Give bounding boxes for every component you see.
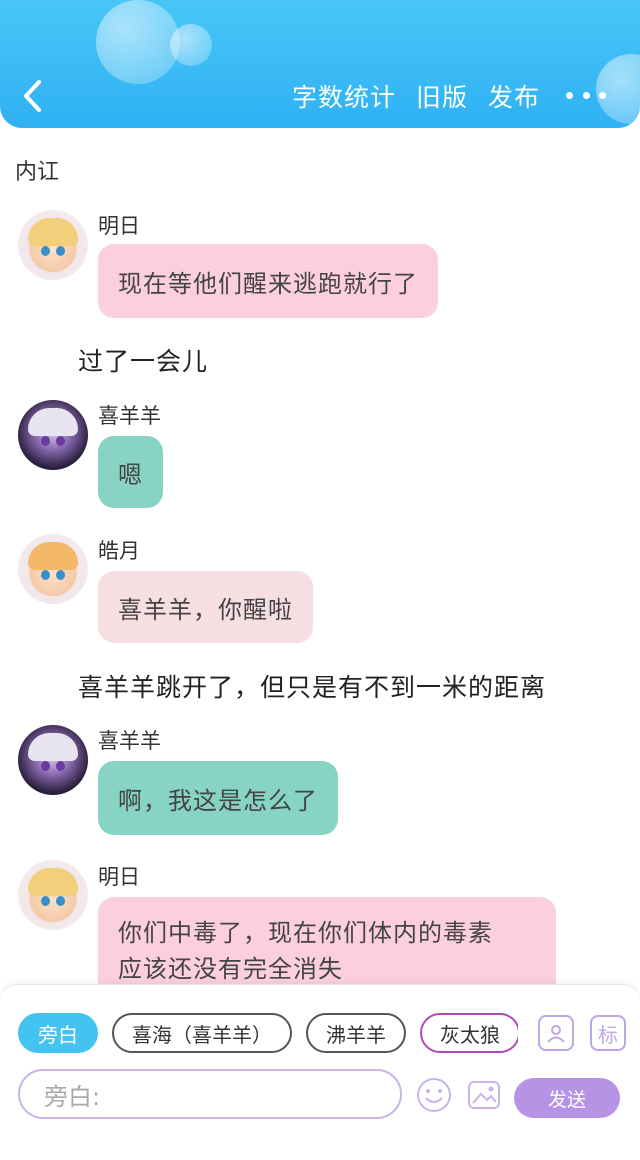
message-input[interactable]: 旁白:	[18, 1069, 402, 1119]
composer-panel: 旁白 喜海（喜羊羊） 沸羊羊 灰太狼 标 旁白: 发送	[0, 984, 640, 1160]
sender-name: 喜羊羊	[98, 404, 161, 428]
role-chip[interactable]: 沸羊羊	[306, 1013, 406, 1053]
message-bubble[interactable]: 喜羊羊，你醒啦	[98, 571, 313, 643]
publish-link[interactable]: 发布	[488, 78, 540, 114]
narration-text: 过了一会儿	[78, 347, 209, 376]
chevron-left-icon	[24, 80, 41, 112]
sender-name: 明日	[98, 865, 140, 889]
decor-bubble	[170, 24, 212, 66]
decor-bubble	[96, 0, 180, 84]
avatar[interactable]	[18, 725, 88, 795]
person-icon	[547, 1025, 565, 1043]
back-button[interactable]	[14, 72, 50, 120]
message-bubble[interactable]: 你们中毒了，现在你们体内的毒素 应该还没有完全消失	[98, 897, 556, 990]
role-chip[interactable]: 喜海（喜羊羊）	[112, 1013, 292, 1053]
avatar[interactable]	[18, 534, 88, 604]
more-icon[interactable]	[566, 82, 606, 108]
chat-area[interactable]: 内讧 明日 现在等他们醒来逃跑就行了 过了一会儿 喜羊羊 嗯 皓月 喜羊羊，你醒…	[0, 140, 640, 990]
role-chip[interactable]: 灰太狼	[420, 1013, 518, 1053]
message-bubble[interactable]: 啊，我这是怎么了	[98, 761, 338, 835]
sender-name: 皓月	[98, 539, 140, 563]
send-button[interactable]: 发送	[514, 1078, 620, 1118]
role-selector: 旁白 喜海（喜羊羊） 沸羊羊 灰太狼	[18, 1013, 518, 1053]
message-line: 应该还没有完全消失	[118, 955, 343, 983]
header-actions: 字数统计 旧版 发布	[292, 78, 540, 114]
word-count-link[interactable]: 字数统计	[292, 78, 396, 114]
sender-name: 明日	[98, 214, 140, 238]
chapter-title: 内讧	[15, 160, 60, 185]
image-button[interactable]	[466, 1077, 502, 1113]
app-header: 字数统计 旧版 发布	[0, 0, 640, 128]
mark-button[interactable]: 标	[590, 1015, 626, 1051]
old-version-link[interactable]: 旧版	[416, 78, 468, 114]
message-line: 你们中毒了，现在你们体内的毒素	[118, 919, 493, 947]
role-chip-narration[interactable]: 旁白	[18, 1013, 98, 1053]
message-bubble[interactable]: 现在等他们醒来逃跑就行了	[98, 244, 438, 318]
sender-name: 喜羊羊	[98, 729, 161, 753]
role-manager-button[interactable]	[538, 1015, 574, 1051]
narration-text: 喜羊羊跳开了，但只是有不到一米的距离	[78, 673, 547, 702]
message-bubble[interactable]: 嗯	[98, 436, 163, 508]
avatar[interactable]	[18, 210, 88, 280]
image-icon	[468, 1081, 500, 1109]
avatar[interactable]	[18, 400, 88, 470]
smile-icon	[417, 1078, 451, 1112]
avatar[interactable]	[18, 860, 88, 930]
emoji-button[interactable]	[416, 1077, 452, 1113]
